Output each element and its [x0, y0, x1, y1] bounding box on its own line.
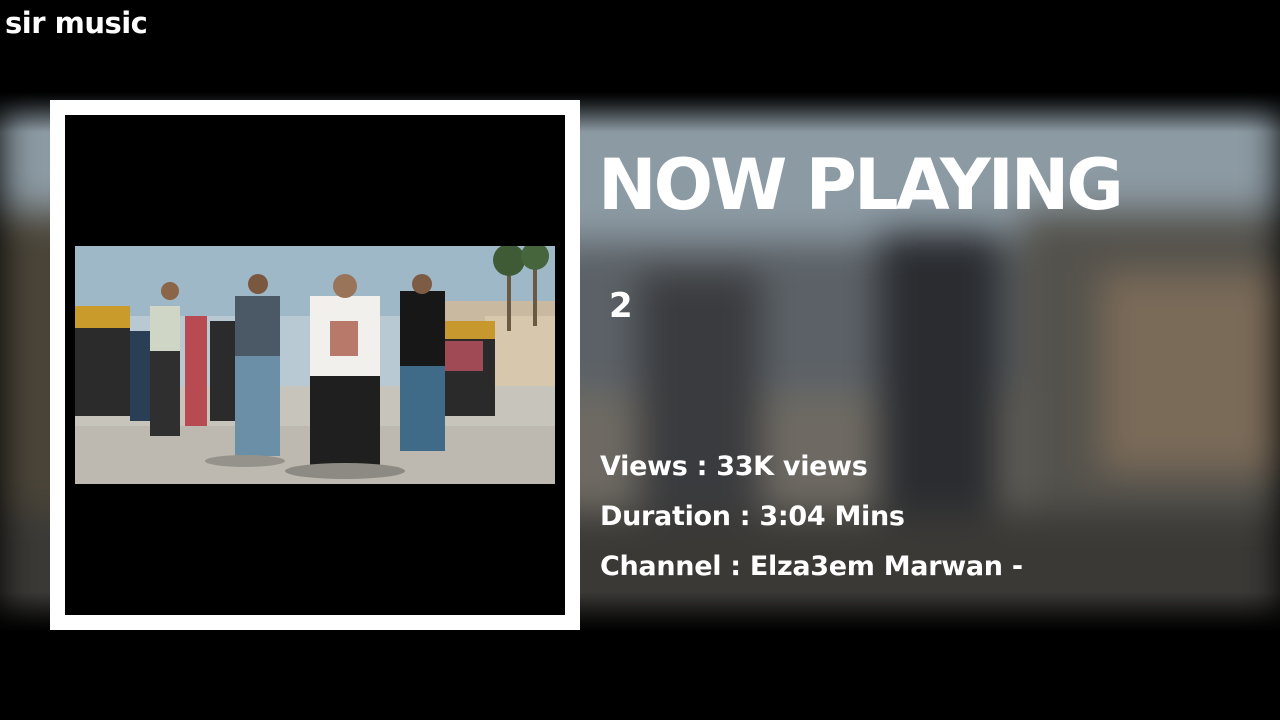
brand-logo-text[interactable]: sir music [5, 6, 148, 40]
album-cover-frame [50, 100, 580, 630]
views-label: Views : [600, 451, 717, 482]
duration-value: 3:04 Mins [759, 501, 905, 532]
video-thumbnail-image [75, 246, 555, 484]
views-value: 33K views [716, 451, 868, 482]
now-playing-heading: NOW PLAYING [598, 144, 1124, 226]
duration-info: Duration : 3:04 Mins [600, 501, 905, 532]
now-playing-screen: sir music NOW PLAYING 2 Views: 33K view… [0, 0, 1280, 720]
track-title: 2 [609, 286, 633, 326]
album-cover [65, 115, 565, 615]
duration-label: Duration : [600, 501, 760, 532]
views-info: Views : 33K views [600, 451, 868, 482]
channel-info: Channel : Elza3em Marwan - [600, 551, 1023, 582]
channel-value[interactable]: Elza3em Marwan - [750, 551, 1023, 582]
channel-label: Channel : [600, 551, 750, 582]
